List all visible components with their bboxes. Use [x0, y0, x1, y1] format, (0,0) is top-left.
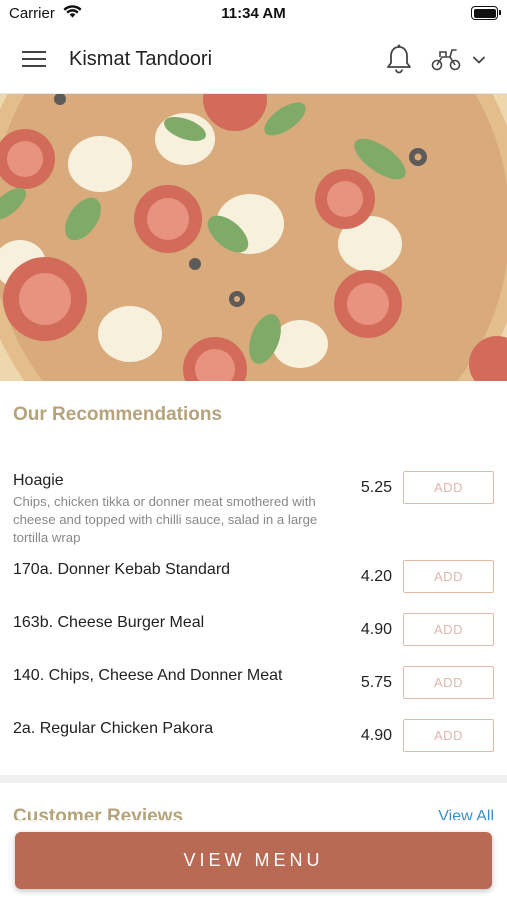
restaurant-title: Kismat Tandoori	[69, 48, 213, 70]
item-name: Hoagie	[13, 472, 64, 489]
hamburger-menu-icon[interactable]	[22, 48, 48, 70]
item-name: 163b. Cheese Burger Meal	[13, 614, 205, 631]
add-button[interactable]: ADD	[403, 560, 494, 593]
item-price: 5.25	[360, 479, 392, 496]
section-divider	[0, 775, 507, 783]
item-name: 2a. Regular Chicken Pakora	[13, 720, 214, 737]
add-button[interactable]: ADD	[403, 666, 494, 699]
app-header: Kismat Tandoori	[0, 28, 507, 94]
status-time: 11:34 AM	[221, 5, 286, 22]
battery-icon	[471, 6, 501, 20]
add-button[interactable]: ADD	[403, 613, 494, 646]
item-price: 5.75	[360, 674, 392, 691]
recommendations-title: Our Recommendations	[13, 404, 223, 425]
pizza-hero-image	[0, 94, 507, 381]
status-bar: Carrier 11:34 AM	[0, 0, 507, 28]
add-button[interactable]: ADD	[403, 719, 494, 752]
add-button[interactable]: ADD	[403, 471, 494, 504]
item-description: Chips, chicken tikka or donner meat smot…	[13, 494, 318, 545]
scooter-icon[interactable]	[430, 46, 462, 72]
view-menu-button[interactable]: VIEW MENU	[15, 832, 492, 889]
item-name: 140. Chips, Cheese And Donner Meat	[13, 667, 283, 684]
hero-overlay	[0, 94, 507, 381]
chevron-down-icon[interactable]	[472, 53, 486, 67]
bell-icon[interactable]	[385, 43, 413, 75]
item-price: 4.90	[360, 621, 392, 638]
item-price: 4.20	[360, 568, 392, 585]
item-price: 4.90	[360, 727, 392, 744]
item-name: 170a. Donner Kebab Standard	[13, 561, 231, 578]
